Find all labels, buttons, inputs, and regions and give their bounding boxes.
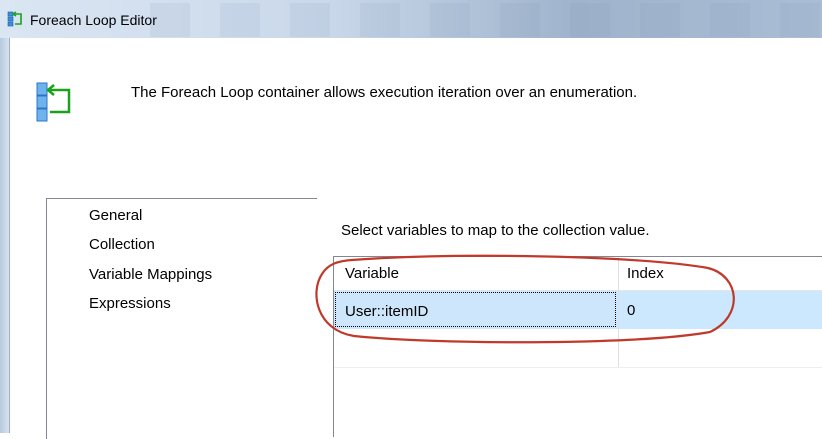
- index-value[interactable]: 0: [627, 302, 635, 319]
- nav-list: General Collection Variable Mappings Exp…: [46, 198, 317, 439]
- nav-item-general[interactable]: General: [89, 207, 142, 225]
- variable-value: User::itemID: [345, 303, 429, 320]
- variable-cell[interactable]: User::itemID: [335, 292, 616, 327]
- variable-mappings-grid: Variable Index User::itemID 0: [333, 256, 822, 437]
- nav-item-expressions[interactable]: Expressions: [89, 295, 171, 313]
- background-menu-ghost: [150, 3, 822, 37]
- title-bar[interactable]: Foreach Loop Editor: [0, 0, 822, 38]
- nav-item-collection[interactable]: Collection: [89, 236, 155, 254]
- column-divider: [618, 257, 619, 367]
- foreach-loop-icon: [36, 82, 71, 122]
- column-header-index[interactable]: Index: [627, 265, 664, 282]
- table-row[interactable]: User::itemID 0: [334, 291, 822, 329]
- foreach-loop-icon: [7, 11, 22, 27]
- column-header-variable[interactable]: Variable: [345, 265, 399, 282]
- mapping-instruction: Select variables to map to the collectio…: [341, 222, 650, 239]
- dialog-description: The Foreach Loop container allows execut…: [131, 84, 638, 101]
- window-title: Foreach Loop Editor: [30, 12, 157, 28]
- nav-item-variable-mappings[interactable]: Variable Mappings: [89, 266, 212, 284]
- grid-header: Variable Index: [334, 257, 822, 291]
- table-row-empty[interactable]: [334, 329, 822, 368]
- window-frame: [0, 38, 10, 433]
